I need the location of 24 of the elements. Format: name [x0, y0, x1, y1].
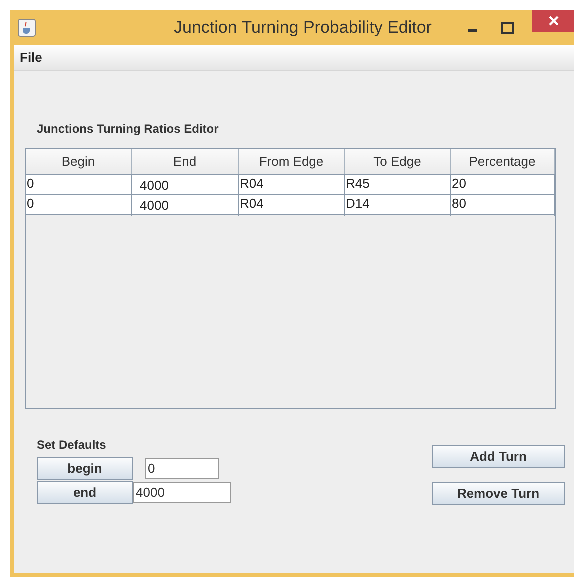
input-field[interactable]: 0 — [145, 458, 219, 478]
column-header[interactable]: To Edge — [345, 149, 451, 174]
table-cell[interactable]: 80 — [451, 195, 555, 216]
close-button[interactable] — [532, 10, 574, 32]
input-field[interactable]: 4000 — [133, 482, 231, 502]
menu-item[interactable]: File — [14, 50, 42, 65]
column-header[interactable]: From Edge — [239, 149, 345, 174]
begin-button[interactable]: begin — [37, 456, 133, 480]
maximize-icon[interactable] — [501, 22, 514, 34]
section-title: Junctions Turning Ratios Editor — [37, 122, 220, 138]
coffee-cup-icon — [18, 18, 36, 36]
table-cell[interactable]: D14 — [345, 195, 451, 216]
end-button[interactable]: end — [37, 480, 133, 504]
close-icon — [548, 15, 560, 27]
window-title: Junction Turning Probability Editor — [174, 18, 432, 38]
table-cell[interactable]: R04 — [239, 195, 345, 216]
action-button[interactable]: Remove Turn — [432, 482, 565, 505]
section-title: Set Defaults — [37, 438, 108, 452]
action-button[interactable]: Add Turn — [432, 445, 565, 468]
column-header[interactable]: Percentage — [451, 149, 555, 174]
column-header[interactable]: Begin — [26, 149, 132, 174]
table-cell[interactable]: 4000 — [132, 195, 239, 216]
table-cell[interactable]: 0 — [26, 195, 132, 216]
column-header[interactable]: End — [132, 149, 239, 174]
